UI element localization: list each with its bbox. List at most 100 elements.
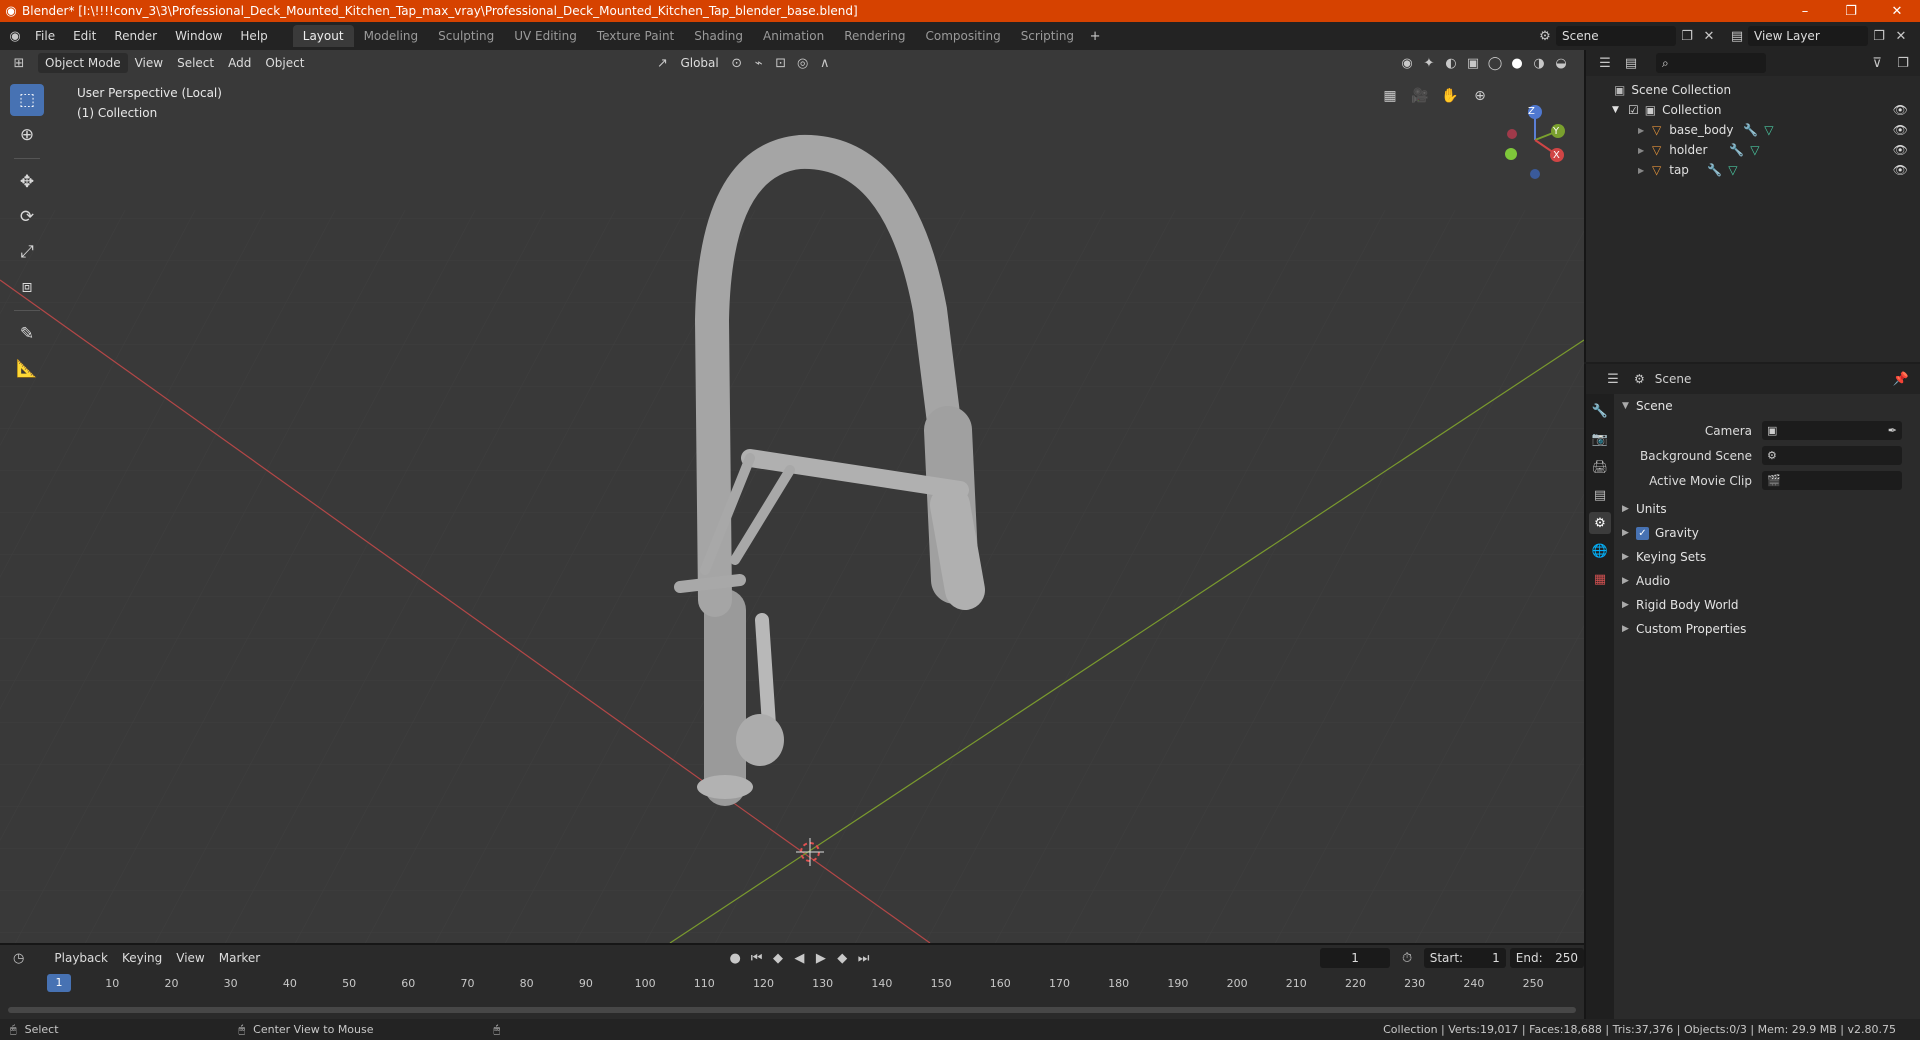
- material-shading-icon[interactable]: ◑: [1528, 53, 1550, 73]
- modifier-wrench-icon[interactable]: 🔧: [1729, 143, 1744, 157]
- menu-object[interactable]: Object: [258, 53, 311, 73]
- keying-menu[interactable]: Keying: [115, 948, 169, 968]
- gravity-checkbox[interactable]: ✓: [1636, 526, 1649, 540]
- eye-icon[interactable]: 👁: [1893, 103, 1908, 117]
- expand-arrow-icon[interactable]: ▶: [1638, 146, 1652, 155]
- gizmo-x-label[interactable]: X: [1553, 150, 1560, 161]
- menu-render[interactable]: Render: [105, 25, 166, 47]
- delete-scene-icon[interactable]: ✕: [1698, 26, 1720, 46]
- current-frame-field[interactable]: 1: [1319, 948, 1391, 968]
- tab-shading[interactable]: Shading: [684, 25, 753, 47]
- camera-field[interactable]: ▣ ✒: [1762, 421, 1902, 440]
- snap-target-icon[interactable]: ⊡: [770, 53, 792, 73]
- menu-window[interactable]: Window: [166, 25, 231, 47]
- visibility-icon[interactable]: ◉: [1396, 53, 1418, 73]
- menu-file[interactable]: File: [26, 25, 64, 47]
- new-collection-icon[interactable]: ❐: [1892, 53, 1914, 73]
- rendered-shading-icon[interactable]: ◒: [1550, 53, 1572, 73]
- view-layer-tab-icon[interactable]: ▤: [1589, 484, 1611, 506]
- pan-hand-icon[interactable]: ✋: [1438, 84, 1462, 108]
- eye-icon[interactable]: 👁: [1893, 163, 1908, 177]
- background-scene-field[interactable]: ⚙: [1762, 446, 1902, 465]
- jump-start-icon[interactable]: ⏮: [746, 948, 767, 968]
- falloff-icon[interactable]: ∧: [814, 53, 836, 73]
- jump-end-icon[interactable]: ⏭: [853, 948, 874, 968]
- tree-scene-collection[interactable]: ▣ Scene Collection: [1586, 80, 1920, 100]
- pin-icon[interactable]: 📌: [1890, 369, 1912, 389]
- view-layer-selector[interactable]: View Layer: [1748, 26, 1868, 46]
- modifier-wrench-icon[interactable]: 🔧: [1707, 163, 1722, 177]
- world-tab-icon[interactable]: 🌐: [1589, 540, 1611, 562]
- rotate-tool-icon[interactable]: ⟳: [10, 201, 44, 233]
- panel-units-header[interactable]: ▶ Units: [1614, 497, 1920, 521]
- menu-add[interactable]: Add: [221, 53, 258, 73]
- scene-selector[interactable]: Scene: [1556, 26, 1676, 46]
- outliner-search-input[interactable]: ⌕: [1656, 53, 1766, 73]
- select-box-tool-icon[interactable]: ⬚: [10, 84, 44, 116]
- frame-ruler[interactable]: 10 20 30 40 50 60 70 80 90 100 110 120 130 140 150 160 1…: [0, 975, 1584, 993]
- play-reverse-icon[interactable]: ◀: [789, 948, 810, 968]
- tab-layout[interactable]: Layout: [292, 25, 354, 47]
- modifier-wrench-icon[interactable]: 🔧: [1743, 123, 1758, 137]
- tool-tab-icon[interactable]: 🔧: [1589, 400, 1611, 422]
- tab-modeling[interactable]: Modeling: [354, 25, 429, 47]
- panel-rigid-body-world-header[interactable]: ▶ Rigid Body World: [1614, 593, 1920, 617]
- cursor-tool-icon[interactable]: ⊕: [10, 119, 44, 151]
- new-scene-icon[interactable]: ❐: [1676, 26, 1698, 46]
- menu-edit[interactable]: Edit: [64, 25, 105, 47]
- mesh-data-icon[interactable]: ▽: [1764, 123, 1773, 137]
- expand-arrow-icon[interactable]: ▼: [1612, 105, 1628, 115]
- texture-tab-icon[interactable]: ▦: [1589, 568, 1611, 590]
- current-frame-indicator[interactable]: 1: [47, 974, 71, 992]
- delete-view-layer-icon[interactable]: ✕: [1890, 26, 1912, 46]
- tab-animation[interactable]: Animation: [753, 25, 834, 47]
- wireframe-shading-icon[interactable]: ◯: [1484, 53, 1506, 73]
- expand-arrow-icon[interactable]: ▶: [1638, 166, 1652, 175]
- measure-tool-icon[interactable]: 📐: [10, 353, 44, 385]
- play-icon[interactable]: ▶: [810, 948, 831, 968]
- gizmo-toggle-icon[interactable]: ✦: [1418, 53, 1440, 73]
- close-button[interactable]: ✕: [1874, 4, 1920, 19]
- tree-object-base-body[interactable]: ▶ ▽ base_body 🔧 ▽ 👁: [1586, 120, 1920, 140]
- editor-type-icon[interactable]: ⊞: [8, 53, 30, 73]
- record-icon[interactable]: ●: [725, 948, 746, 968]
- tab-uv-editing[interactable]: UV Editing: [504, 25, 587, 47]
- start-frame-field[interactable]: Start: 1: [1423, 948, 1506, 968]
- tree-object-tap[interactable]: ▶ ▽ tap 🔧 ▽ 👁: [1586, 160, 1920, 180]
- minimize-button[interactable]: –: [1782, 4, 1828, 19]
- filter-icon[interactable]: ⊽: [1866, 53, 1888, 73]
- overlay-toggle-icon[interactable]: ◐: [1440, 53, 1462, 73]
- timeline-view-menu[interactable]: View: [169, 948, 211, 968]
- end-frame-field[interactable]: End: 250: [1509, 948, 1585, 968]
- orientation-icon[interactable]: ↗: [651, 53, 673, 73]
- camera-view-icon[interactable]: 🎥: [1408, 84, 1432, 108]
- properties-editor-icon[interactable]: ☰: [1602, 369, 1624, 389]
- prev-keyframe-icon[interactable]: ◆: [767, 948, 788, 968]
- menu-view[interactable]: View: [128, 53, 170, 73]
- panel-audio-header[interactable]: ▶ Audio: [1614, 569, 1920, 593]
- expand-arrow-icon[interactable]: ▶: [1638, 126, 1652, 135]
- panel-gravity-header[interactable]: ▶ ✓ Gravity: [1614, 521, 1920, 545]
- display-mode-icon[interactable]: ▤: [1620, 53, 1642, 73]
- panel-custom-properties-header[interactable]: ▶ Custom Properties: [1614, 617, 1920, 641]
- maximize-button[interactable]: ❐: [1828, 4, 1874, 19]
- solid-shading-icon[interactable]: ●: [1506, 53, 1528, 73]
- tab-scripting[interactable]: Scripting: [1011, 25, 1084, 47]
- marker-menu[interactable]: Marker: [212, 948, 267, 968]
- transform-tool-icon[interactable]: ⧈: [10, 271, 44, 303]
- pivot-icon[interactable]: ⊙: [726, 53, 748, 73]
- tab-texture-paint[interactable]: Texture Paint: [587, 25, 684, 47]
- next-keyframe-icon[interactable]: ◆: [832, 948, 853, 968]
- new-view-layer-icon[interactable]: ❐: [1868, 26, 1890, 46]
- tab-sculpting[interactable]: Sculpting: [428, 25, 504, 47]
- mesh-data-icon[interactable]: ▽: [1728, 163, 1737, 177]
- scale-tool-icon[interactable]: ⤢: [10, 236, 44, 268]
- tree-object-holder[interactable]: ▶ ▽ holder 🔧 ▽ 👁: [1586, 140, 1920, 160]
- tree-collection[interactable]: ▼ ☑ ▣ Collection 👁: [1586, 100, 1920, 120]
- menu-help[interactable]: Help: [231, 25, 276, 47]
- gizmo-y-label[interactable]: Y: [1553, 126, 1559, 137]
- 3d-viewport[interactable]: Z Y X ⊞ Object Mode View Select Add Obje…: [0, 50, 1584, 943]
- object-mode-dropdown[interactable]: Object Mode: [38, 53, 128, 73]
- stopwatch-icon[interactable]: ⏱: [1396, 948, 1417, 968]
- collection-checkbox[interactable]: ☑: [1628, 103, 1639, 117]
